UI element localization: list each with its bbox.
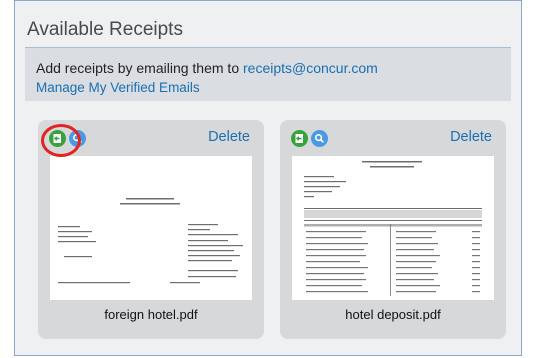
receipt-filename: hotel deposit.pdf [345, 307, 441, 322]
panel-title: Available Receipts [27, 19, 183, 40]
attach-icon[interactable] [291, 130, 308, 147]
receipts-email-link[interactable]: receipts@concur.com [243, 60, 378, 76]
receipt-card: Delete hotel deposit.pdf [280, 120, 506, 339]
info-box: Add receipts by emailing them to receipt… [25, 48, 511, 101]
highlight-circle [41, 124, 81, 157]
manage-verified-emails-link[interactable]: Manage My Verified Emails [36, 80, 200, 95]
receipt-filename: foreign hotel.pdf [104, 307, 198, 322]
receipt-thumbnail[interactable] [292, 156, 494, 300]
receipt-card-toolbar: Delete [280, 120, 506, 156]
delete-link[interactable]: Delete [450, 129, 492, 145]
available-receipts-panel: Available Receipts Add receipts by email… [14, 0, 522, 356]
receipt-thumbnail[interactable] [50, 156, 252, 300]
magnifier-icon[interactable] [311, 130, 328, 147]
instructions-text: Add receipts by emailing them to [36, 60, 243, 76]
email-instructions: Add receipts by emailing them to receipt… [36, 60, 378, 76]
delete-link[interactable]: Delete [208, 129, 250, 145]
